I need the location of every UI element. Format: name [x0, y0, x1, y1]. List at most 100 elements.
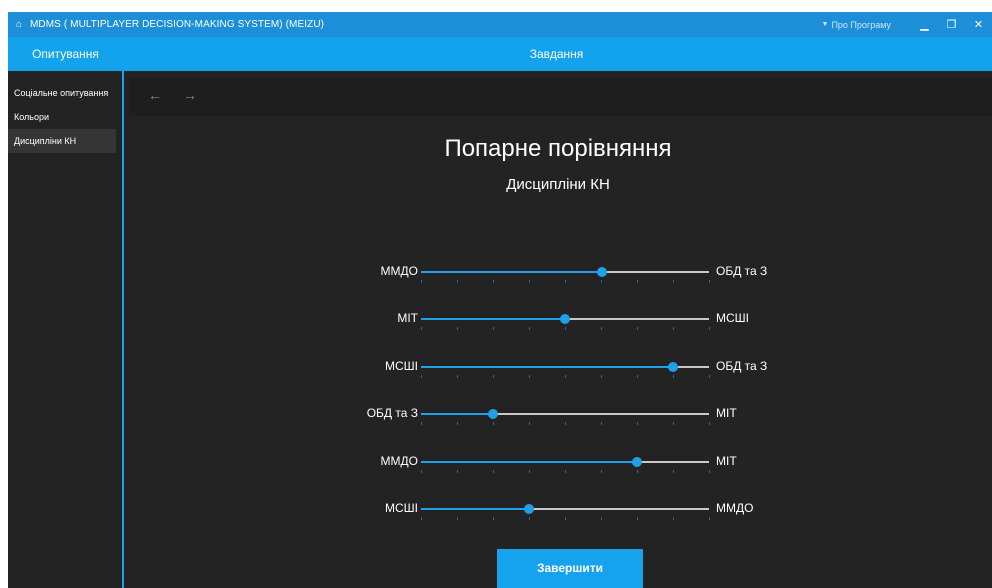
slider-fill: [421, 413, 493, 415]
comparison-row: МІТ МСШІ: [124, 304, 992, 334]
slider-tick: [529, 375, 530, 378]
comparison-row: ОБД та З МІТ: [124, 399, 992, 429]
slider-tick: [673, 327, 674, 330]
slider-tick: [673, 422, 674, 425]
slider-tick: [529, 422, 530, 425]
comparison-row: МСШІ ОБД та З: [124, 352, 992, 382]
slider-tick: [709, 470, 710, 473]
back-arrow-icon[interactable]: ←: [148, 87, 162, 103]
slider-tick: [709, 375, 710, 378]
slider-tick: [637, 280, 638, 283]
task-header-title: Завдання: [529, 47, 584, 61]
slider-tick: [637, 375, 638, 378]
slider-tick: [673, 280, 674, 283]
slider-fill: [421, 461, 637, 463]
close-button[interactable]: ✕: [965, 18, 992, 31]
comparison-slider[interactable]: [421, 504, 710, 522]
slider-tick: [565, 280, 566, 283]
left-option-label: ММДО: [380, 454, 418, 468]
slider-tick: [529, 280, 530, 283]
slider-tick: [529, 470, 530, 473]
slider-tick: [493, 280, 494, 283]
slider-tick: [637, 517, 638, 520]
slider-tick: [601, 280, 602, 283]
window-title: MDMS ( MULTIPLAYER DECISION-MAKING SYSTE…: [30, 19, 325, 30]
right-option-label: МСШІ: [716, 311, 749, 325]
minimize-button[interactable]: ▁: [911, 18, 938, 31]
navigation-bar: ← →: [129, 78, 992, 116]
sidebar-item-cs-disciplines[interactable]: Дисципліни КН: [8, 129, 116, 153]
slider-tick: [673, 470, 674, 473]
slider-tick: [709, 327, 710, 330]
slider-tick: [637, 327, 638, 330]
finish-button[interactable]: Завершити: [497, 549, 643, 588]
left-option-label: МІТ: [397, 311, 418, 325]
main-content: ← → Попарне порівняння Дисципліни КН ММД…: [124, 71, 992, 588]
forward-arrow-icon[interactable]: →: [183, 87, 197, 103]
slider-tick: [601, 422, 602, 425]
slider-tick: [601, 470, 602, 473]
page-title: Попарне порівняння: [444, 135, 672, 162]
slider-tick: [673, 517, 674, 520]
slider-tick: [601, 375, 602, 378]
slider-tick: [421, 422, 422, 425]
slider-thumb[interactable]: [560, 314, 570, 324]
slider-tick: [421, 470, 422, 473]
slider-tick: [457, 470, 458, 473]
slider-tick: [421, 517, 422, 520]
sidebar-item-colors[interactable]: Кольори: [8, 105, 122, 129]
slider-tick: [421, 327, 422, 330]
slider-tick: [565, 517, 566, 520]
slider-thumb[interactable]: [488, 409, 498, 419]
slider-tick: [709, 422, 710, 425]
slider-thumb[interactable]: [668, 362, 678, 372]
sidebar: Соціальне опитування Кольори Дисципліни …: [8, 71, 122, 588]
right-option-label: ММДО: [716, 501, 754, 515]
comparison-slider[interactable]: [421, 362, 710, 380]
slider-tick: [493, 422, 494, 425]
slider-tick: [457, 280, 458, 283]
slider-tick: [601, 517, 602, 520]
about-label: Про Програму: [831, 19, 891, 30]
sidebar-item-social-survey[interactable]: Соціальне опитування: [8, 81, 122, 105]
title-bar: ⌂ MDMS ( MULTIPLAYER DECISION-MAKING SYS…: [8, 12, 992, 37]
left-option-label: ОБД та З: [366, 406, 418, 420]
slider-tick: [457, 422, 458, 425]
slider-tick: [457, 327, 458, 330]
comparison-slider[interactable]: [421, 457, 710, 475]
slider-tick: [709, 280, 710, 283]
comparison-row: МСШІ ММДО: [124, 494, 992, 524]
slider-tick: [457, 517, 458, 520]
slider-tick: [637, 422, 638, 425]
right-option-label: ОБД та З: [716, 264, 768, 278]
left-option-label: МСШІ: [385, 501, 418, 515]
slider-tick: [493, 327, 494, 330]
slider-tick: [529, 327, 530, 330]
slider-tick: [493, 470, 494, 473]
left-option-label: МСШІ: [385, 359, 418, 373]
slider-tick: [565, 470, 566, 473]
slider-fill: [421, 318, 565, 320]
slider-tick: [637, 470, 638, 473]
header-bar: Опитування Завдання: [8, 37, 992, 71]
slider-tick: [709, 517, 710, 520]
restore-button[interactable]: ❐: [938, 18, 965, 31]
slider-tick: [601, 327, 602, 330]
slider-thumb[interactable]: [597, 267, 608, 277]
slider-thumb[interactable]: [632, 457, 642, 467]
slider-fill: [421, 366, 673, 368]
about-menu[interactable]: ▼ Про Програму: [822, 20, 891, 30]
survey-header-title: Опитування: [32, 47, 99, 61]
slider-tick: [493, 517, 494, 520]
home-icon[interactable]: ⌂: [8, 19, 30, 30]
caret-down-icon: ▼: [821, 21, 829, 28]
comparison-slider[interactable]: [421, 409, 710, 427]
slider-tick: [565, 422, 566, 425]
comparison-slider[interactable]: [421, 314, 710, 332]
slider-thumb[interactable]: [524, 504, 534, 514]
slider-tick: [493, 375, 494, 378]
comparison-row: ММДО МІТ: [124, 447, 992, 477]
slider-tick: [421, 375, 422, 378]
page-subtitle: Дисципліни КН: [506, 176, 610, 193]
comparison-slider[interactable]: [421, 267, 710, 285]
